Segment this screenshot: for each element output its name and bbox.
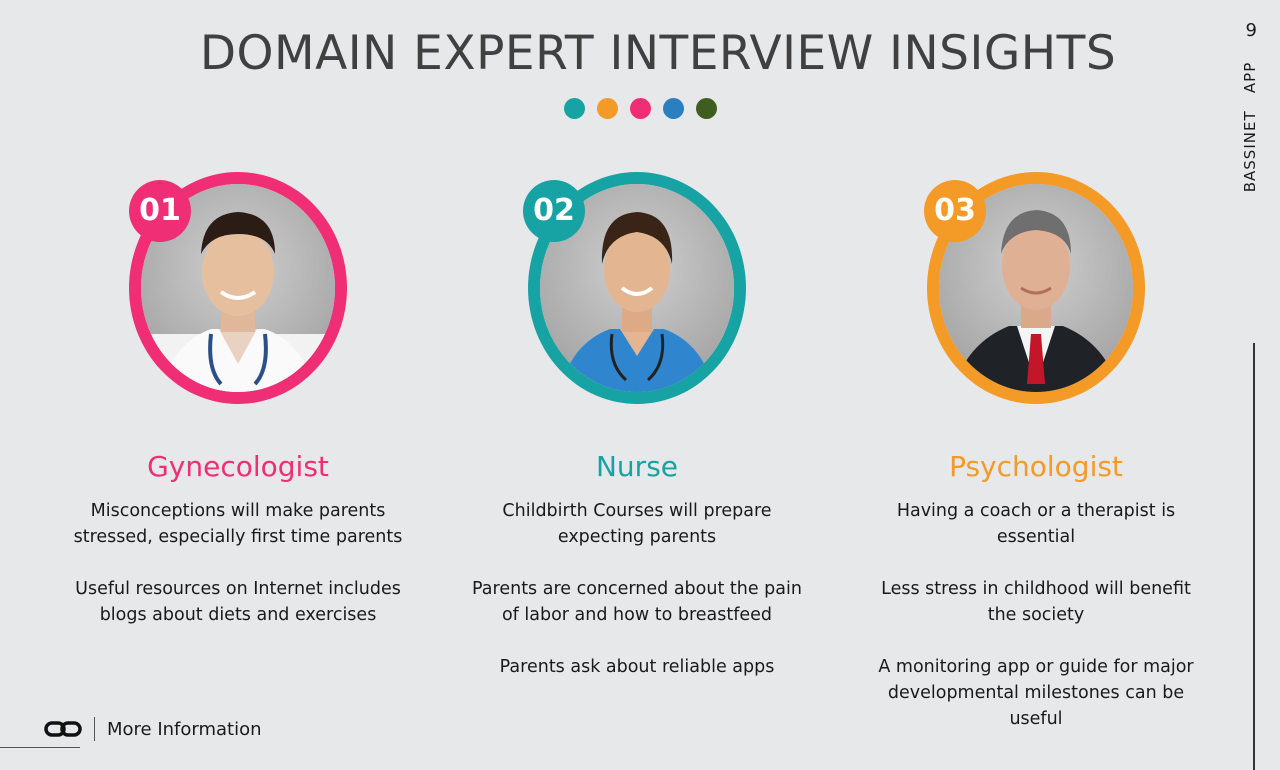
insight-item: Parents ask about reliable apps bbox=[499, 657, 775, 677]
dot-1 bbox=[564, 98, 585, 119]
insight-item: Childbirth Courses will prepare expectin… bbox=[502, 501, 772, 547]
more-information-label[interactable]: More Information bbox=[107, 719, 262, 740]
dot-2 bbox=[597, 98, 618, 119]
insight-item: Misconceptions will make parents stresse… bbox=[73, 501, 403, 547]
expert-insights: Childbirth Courses will prepare expectin… bbox=[472, 498, 802, 706]
more-information-link[interactable]: More Information bbox=[44, 714, 262, 744]
dot-4 bbox=[663, 98, 684, 119]
chain-link-icon bbox=[44, 721, 82, 737]
expert-number-badge: 02 bbox=[523, 180, 585, 242]
side-divider bbox=[1253, 343, 1255, 770]
expert-number-badge: 03 bbox=[924, 180, 986, 242]
insight-item: A monitoring app or guide for major deve… bbox=[878, 657, 1194, 729]
app-name-label: BASSINET APP bbox=[1241, 61, 1259, 193]
expert-role: Nurse bbox=[595, 450, 679, 483]
expert-insights: Misconceptions will make parents stresse… bbox=[73, 498, 403, 654]
footer-rule bbox=[0, 747, 80, 748]
footer-divider bbox=[94, 717, 95, 741]
expert-role: Gynecologist bbox=[147, 450, 329, 483]
insight-item: Less stress in childhood will benefit th… bbox=[881, 579, 1191, 625]
insight-item: Useful resources on Internet includes bl… bbox=[75, 579, 401, 625]
dot-3 bbox=[630, 98, 651, 119]
insight-item: Having a coach or a therapist is essenti… bbox=[896, 501, 1176, 547]
expert-insights: Having a coach or a therapist is essenti… bbox=[871, 498, 1201, 758]
expert-role: Psychologist bbox=[949, 450, 1123, 483]
insight-item: Parents are concerned about the pain of … bbox=[472, 579, 802, 625]
color-dots bbox=[564, 98, 717, 120]
side-label: BASSINET APP bbox=[1240, 61, 1260, 193]
dot-5 bbox=[696, 98, 717, 119]
expert-number-badge: 01 bbox=[129, 180, 191, 242]
page-title: DOMAIN EXPERT INTERVIEW INSIGHTS bbox=[199, 26, 1117, 81]
